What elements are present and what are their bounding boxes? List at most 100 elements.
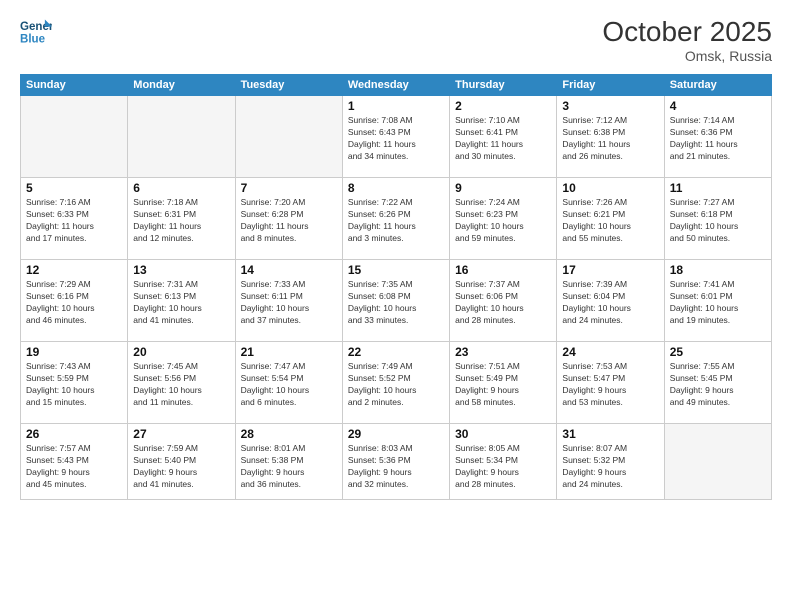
- day-number: 10: [562, 181, 658, 195]
- calendar-cell: 17 Sunrise: 7:39 AM Sunset: 6:04 PM Dayli…: [557, 260, 664, 342]
- weekday-header-saturday: Saturday: [664, 75, 771, 96]
- day-info: Sunrise: 7:22 AM Sunset: 6:26 PM Dayligh…: [348, 197, 444, 245]
- day-number: 14: [241, 263, 337, 277]
- calendar-cell: 5 Sunrise: 7:16 AM Sunset: 6:33 PM Daylig…: [21, 178, 128, 260]
- weekday-header-sunday: Sunday: [21, 75, 128, 96]
- day-info: Sunrise: 8:05 AM Sunset: 5:34 PM Dayligh…: [455, 443, 551, 491]
- calendar-cell: 8 Sunrise: 7:22 AM Sunset: 6:26 PM Daylig…: [342, 178, 449, 260]
- calendar-cell: 20 Sunrise: 7:45 AM Sunset: 5:56 PM Dayli…: [128, 342, 235, 424]
- calendar-cell: 3 Sunrise: 7:12 AM Sunset: 6:38 PM Daylig…: [557, 96, 664, 178]
- page: General Blue October 2025 Omsk, Russia S…: [0, 0, 792, 612]
- day-info: Sunrise: 7:08 AM Sunset: 6:43 PM Dayligh…: [348, 115, 444, 163]
- calendar-cell: 31 Sunrise: 8:07 AM Sunset: 5:32 PM Dayli…: [557, 424, 664, 500]
- location: Omsk, Russia: [602, 48, 772, 64]
- day-info: Sunrise: 7:33 AM Sunset: 6:11 PM Dayligh…: [241, 279, 337, 327]
- calendar-cell: 16Sunrise: 7:37 AM Sunset: 6:06 PM Dayli…: [450, 260, 557, 342]
- day-info: Sunrise: 7:39 AM Sunset: 6:04 PM Dayligh…: [562, 279, 658, 327]
- week-row-2: 5 Sunrise: 7:16 AM Sunset: 6:33 PM Daylig…: [21, 178, 772, 260]
- day-info: Sunrise: 7:57 AM Sunset: 5:43 PM Dayligh…: [26, 443, 122, 491]
- calendar-cell: 10 Sunrise: 7:26 AM Sunset: 6:21 PM Dayli…: [557, 178, 664, 260]
- calendar-cell: 29Sunrise: 8:03 AM Sunset: 5:36 PM Dayli…: [342, 424, 449, 500]
- day-number: 16: [455, 263, 551, 277]
- calendar-cell: [128, 96, 235, 178]
- calendar-cell: 2 Sunrise: 7:10 AM Sunset: 6:41 PM Daylig…: [450, 96, 557, 178]
- day-info: Sunrise: 8:01 AM Sunset: 5:38 PM Dayligh…: [241, 443, 337, 491]
- day-info: Sunrise: 7:41 AM Sunset: 6:01 PM Dayligh…: [670, 279, 766, 327]
- calendar-cell: 1 Sunrise: 7:08 AM Sunset: 6:43 PM Daylig…: [342, 96, 449, 178]
- calendar-cell: 4Sunrise: 7:14 AM Sunset: 6:36 PM Daylig…: [664, 96, 771, 178]
- weekday-header-friday: Friday: [557, 75, 664, 96]
- calendar-cell: 25 Sunrise: 7:55 AM Sunset: 5:45 PM Dayli…: [664, 342, 771, 424]
- day-info: Sunrise: 7:20 AM Sunset: 6:28 PM Dayligh…: [241, 197, 337, 245]
- day-info: Sunrise: 7:27 AM Sunset: 6:18 PM Dayligh…: [670, 197, 766, 245]
- day-number: 18: [670, 263, 766, 277]
- day-info: Sunrise: 7:26 AM Sunset: 6:21 PM Dayligh…: [562, 197, 658, 245]
- day-number: 1: [348, 99, 444, 113]
- day-number: 5: [26, 181, 122, 195]
- calendar-cell: [235, 96, 342, 178]
- svg-text:Blue: Blue: [20, 34, 46, 46]
- day-number: 11: [670, 181, 766, 195]
- day-info: Sunrise: 7:31 AM Sunset: 6:13 PM Dayligh…: [133, 279, 229, 327]
- calendar-cell: [21, 96, 128, 178]
- day-info: Sunrise: 7:43 AM Sunset: 5:59 PM Dayligh…: [26, 361, 122, 409]
- day-number: 20: [133, 345, 229, 359]
- logo-icon: General Blue: [20, 16, 52, 48]
- week-row-4: 19 Sunrise: 7:43 AM Sunset: 5:59 PM Dayli…: [21, 342, 772, 424]
- weekday-header-thursday: Thursday: [450, 75, 557, 96]
- day-info: Sunrise: 7:14 AM Sunset: 6:36 PM Dayligh…: [670, 115, 766, 163]
- day-number: 25: [670, 345, 766, 359]
- calendar-cell: 11 Sunrise: 7:27 AM Sunset: 6:18 PM Dayli…: [664, 178, 771, 260]
- day-info: Sunrise: 7:55 AM Sunset: 5:45 PM Dayligh…: [670, 361, 766, 409]
- logo: General Blue: [20, 16, 52, 48]
- weekday-header-tuesday: Tuesday: [235, 75, 342, 96]
- calendar-cell: 21 Sunrise: 7:47 AM Sunset: 5:54 PM Dayli…: [235, 342, 342, 424]
- day-info: Sunrise: 8:07 AM Sunset: 5:32 PM Dayligh…: [562, 443, 658, 491]
- day-number: 23: [455, 345, 551, 359]
- day-number: 9: [455, 181, 551, 195]
- day-info: Sunrise: 7:12 AM Sunset: 6:38 PM Dayligh…: [562, 115, 658, 163]
- day-info: Sunrise: 7:45 AM Sunset: 5:56 PM Dayligh…: [133, 361, 229, 409]
- day-number: 3: [562, 99, 658, 113]
- day-number: 8: [348, 181, 444, 195]
- day-number: 17: [562, 263, 658, 277]
- day-info: Sunrise: 7:29 AM Sunset: 6:16 PM Dayligh…: [26, 279, 122, 327]
- day-number: 21: [241, 345, 337, 359]
- day-info: Sunrise: 7:35 AM Sunset: 6:08 PM Dayligh…: [348, 279, 444, 327]
- weekday-header-monday: Monday: [128, 75, 235, 96]
- calendar-cell: 12 Sunrise: 7:29 AM Sunset: 6:16 PM Dayli…: [21, 260, 128, 342]
- day-info: Sunrise: 7:10 AM Sunset: 6:41 PM Dayligh…: [455, 115, 551, 163]
- calendar-cell: 6Sunrise: 7:18 AM Sunset: 6:31 PM Daylig…: [128, 178, 235, 260]
- calendar-cell: 9 Sunrise: 7:24 AM Sunset: 6:23 PM Daylig…: [450, 178, 557, 260]
- day-number: 30: [455, 427, 551, 441]
- day-number: 24: [562, 345, 658, 359]
- day-number: 12: [26, 263, 122, 277]
- day-number: 28: [241, 427, 337, 441]
- day-info: Sunrise: 7:24 AM Sunset: 6:23 PM Dayligh…: [455, 197, 551, 245]
- week-row-1: 1 Sunrise: 7:08 AM Sunset: 6:43 PM Daylig…: [21, 96, 772, 178]
- day-info: Sunrise: 8:03 AM Sunset: 5:36 PM Dayligh…: [348, 443, 444, 491]
- day-number: 19: [26, 345, 122, 359]
- calendar-cell: 22Sunrise: 7:49 AM Sunset: 5:52 PM Dayli…: [342, 342, 449, 424]
- calendar-cell: 23Sunrise: 7:51 AM Sunset: 5:49 PM Dayli…: [450, 342, 557, 424]
- day-number: 2: [455, 99, 551, 113]
- day-info: Sunrise: 7:18 AM Sunset: 6:31 PM Dayligh…: [133, 197, 229, 245]
- day-number: 7: [241, 181, 337, 195]
- day-info: Sunrise: 7:53 AM Sunset: 5:47 PM Dayligh…: [562, 361, 658, 409]
- calendar-cell: 18 Sunrise: 7:41 AM Sunset: 6:01 PM Dayli…: [664, 260, 771, 342]
- weekday-header-row: SundayMondayTuesdayWednesdayThursdayFrid…: [21, 75, 772, 96]
- calendar-cell: 27Sunrise: 7:59 AM Sunset: 5:40 PM Dayli…: [128, 424, 235, 500]
- calendar-cell: 26 Sunrise: 7:57 AM Sunset: 5:43 PM Dayli…: [21, 424, 128, 500]
- calendar-cell: 13Sunrise: 7:31 AM Sunset: 6:13 PM Dayli…: [128, 260, 235, 342]
- day-number: 15: [348, 263, 444, 277]
- calendar-cell: 24 Sunrise: 7:53 AM Sunset: 5:47 PM Dayli…: [557, 342, 664, 424]
- calendar-cell: 28 Sunrise: 8:01 AM Sunset: 5:38 PM Dayli…: [235, 424, 342, 500]
- calendar-cell: 14 Sunrise: 7:33 AM Sunset: 6:11 PM Dayli…: [235, 260, 342, 342]
- calendar-cell: [664, 424, 771, 500]
- day-info: Sunrise: 7:16 AM Sunset: 6:33 PM Dayligh…: [26, 197, 122, 245]
- day-number: 26: [26, 427, 122, 441]
- week-row-5: 26 Sunrise: 7:57 AM Sunset: 5:43 PM Dayli…: [21, 424, 772, 500]
- day-info: Sunrise: 7:47 AM Sunset: 5:54 PM Dayligh…: [241, 361, 337, 409]
- calendar-cell: 7 Sunrise: 7:20 AM Sunset: 6:28 PM Daylig…: [235, 178, 342, 260]
- day-number: 31: [562, 427, 658, 441]
